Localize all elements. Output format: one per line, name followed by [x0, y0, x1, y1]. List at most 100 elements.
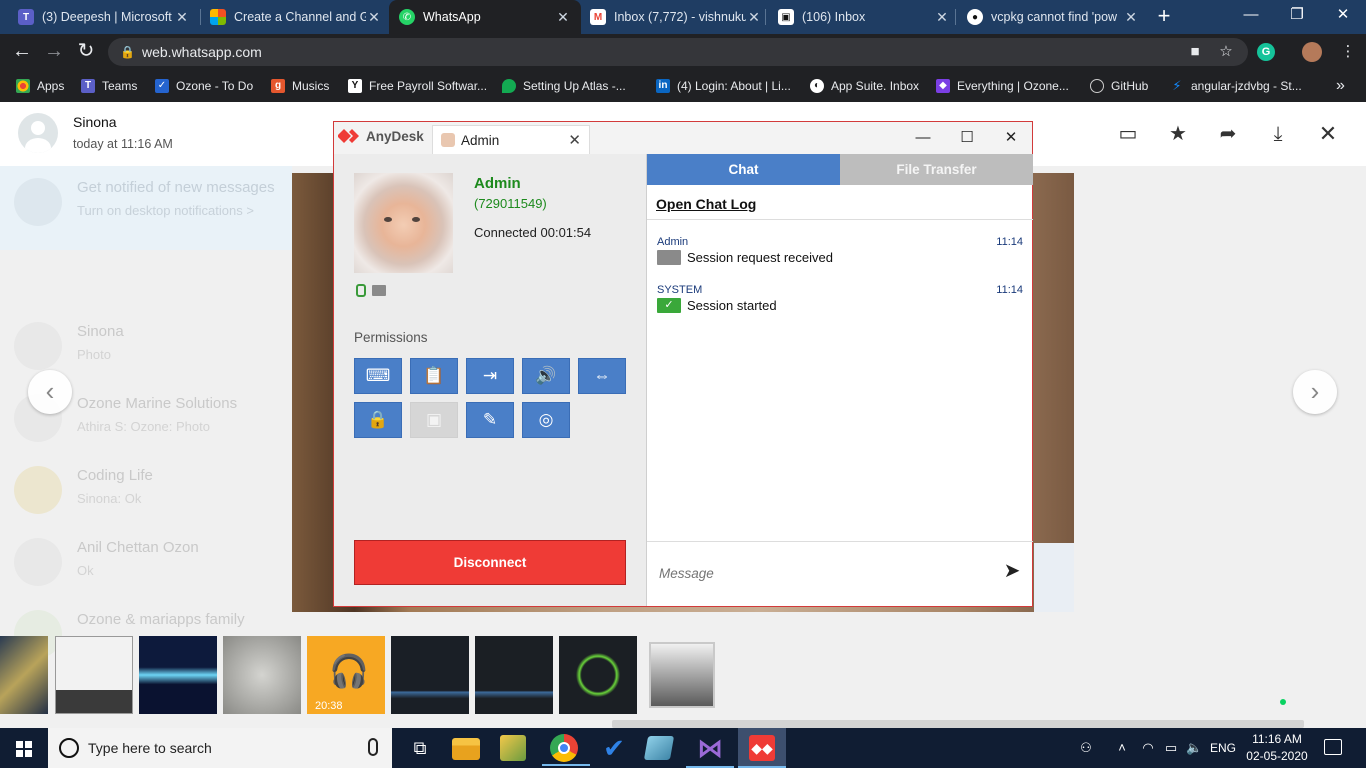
bookmark-github[interactable]: GitHub [1090, 77, 1148, 95]
draw-permission-icon[interactable]: ✎ [466, 402, 514, 438]
media-thumbnail-selected[interactable] [649, 642, 715, 708]
media-thumbnail[interactable]: 🎧 20:38 [307, 636, 385, 714]
media-thumbnail[interactable] [0, 636, 48, 714]
download-icon[interactable]: ⤓ [1266, 122, 1290, 146]
reply-chat-icon[interactable]: ▭ [1116, 122, 1140, 146]
microphone-icon[interactable] [368, 738, 378, 756]
people-icon[interactable]: ⚇ [1078, 740, 1094, 756]
session-status-icons [356, 284, 386, 297]
file-transfer-permission-icon[interactable]: ⇥ [466, 358, 514, 394]
close-tab-icon[interactable]: ✕ [366, 9, 382, 26]
bookmark-everything[interactable]: ◆ Everything | Ozone... [936, 77, 1069, 95]
close-tab-icon[interactable]: ✕ [568, 131, 581, 149]
file-explorer-icon[interactable] [452, 738, 480, 760]
open-chat-log-link[interactable]: Open Chat Log [656, 196, 756, 212]
tab-teams[interactable]: T (3) Deepesh | Microsoft ✕ [8, 0, 200, 34]
clock-date[interactable]: 02-05-2020 [1245, 749, 1309, 763]
close-tab-icon[interactable]: ✕ [934, 9, 950, 26]
visual-studio-icon[interactable]: ⋈ [686, 732, 734, 768]
language-indicator[interactable]: ENG [1210, 741, 1236, 755]
chrome-icon[interactable] [542, 734, 590, 766]
tab-gmail[interactable]: M Inbox (7,772) - vishnuku ✕ [580, 0, 772, 34]
bookmark-musics[interactable]: g Musics [271, 77, 329, 95]
clickup-icon: ◆ [936, 79, 950, 93]
star-icon[interactable]: ★ [1166, 122, 1190, 146]
volume-icon[interactable]: 🔈 [1186, 740, 1202, 756]
close-tab-icon[interactable]: ✕ [746, 9, 762, 26]
action-center-icon[interactable] [1324, 739, 1342, 755]
notepad-plus-icon[interactable] [500, 735, 526, 761]
profile-avatar[interactable] [1302, 42, 1322, 62]
privacy-mode-permission-icon[interactable]: ◎ [522, 402, 570, 438]
maximize-button[interactable]: ☐ [952, 126, 982, 150]
media-thumbnail[interactable] [559, 636, 637, 714]
reload-icon[interactable]: ↻ [74, 40, 98, 64]
clipboard-permission-icon[interactable]: 📋 [410, 358, 458, 394]
grammarly-icon[interactable]: G [1257, 43, 1275, 61]
new-tab-button[interactable]: + [1151, 5, 1177, 29]
close-window-button[interactable]: ✕ [1320, 0, 1366, 32]
more-bookmarks-icon[interactable]: » [1336, 77, 1345, 95]
bookmark-star-icon[interactable]: ☆ [1216, 42, 1236, 62]
media-thumbnail-strip: 🎧 20:38 [0, 636, 1366, 716]
camera-blocked-icon[interactable]: ■ [1185, 42, 1205, 62]
previous-media-button[interactable]: ‹ [28, 370, 72, 414]
start-button[interactable] [0, 728, 48, 768]
bookmark-apps[interactable]: Apps [16, 77, 64, 95]
minimize-button[interactable]: — [908, 126, 938, 150]
wifi-icon[interactable]: ◠ [1140, 740, 1156, 756]
tab-vcpkg[interactable]: ● vcpkg cannot find 'pow ✕ [957, 0, 1149, 34]
media-thumbnail[interactable] [223, 636, 301, 714]
tab-chat[interactable]: Chat [647, 154, 840, 185]
record-session-permission-icon[interactable]: ▣ [410, 402, 458, 438]
battery-icon[interactable]: ▭ [1163, 740, 1179, 756]
bookmark-atlas[interactable]: Setting Up Atlas -... [502, 77, 626, 95]
thumbnail-scrollbar[interactable] [612, 720, 1304, 728]
bookmark-payroll[interactable]: Y Free Payroll Softwar... [348, 77, 487, 95]
minimize-window-button[interactable]: — [1228, 0, 1274, 32]
send-icon[interactable]: ➤ [1001, 560, 1023, 582]
show-hidden-icons[interactable]: ˄ [1114, 740, 1130, 756]
todo-icon[interactable]: ✔ [598, 732, 630, 764]
bookmark-appsuite[interactable]: ◐ App Suite. Inbox [810, 77, 919, 95]
message-input[interactable] [659, 566, 989, 581]
bookmark-linkedin[interactable]: in (4) Login: About | Li... [656, 77, 791, 95]
clock-time[interactable]: 11:16 AM [1245, 732, 1309, 746]
close-tab-icon[interactable]: ✕ [1123, 9, 1139, 26]
close-button[interactable]: ✕ [996, 126, 1026, 150]
tab-file-transfer[interactable]: File Transfer [840, 154, 1033, 185]
tab-whatsapp[interactable]: ✆ WhatsApp ✕ [389, 0, 581, 34]
task-view-icon[interactable]: ⧉ [404, 732, 436, 764]
media-thumbnail[interactable] [55, 636, 133, 714]
keyboard-mouse-permission-icon[interactable]: ⌨ [354, 358, 402, 394]
sound-permission-icon[interactable]: 🔊 [522, 358, 570, 394]
media-thumbnail[interactable] [391, 636, 469, 714]
media-thumbnail[interactable] [139, 636, 217, 714]
gmail-icon: M [590, 9, 606, 25]
restore-window-button[interactable]: ❐ [1274, 0, 1320, 32]
close-tab-icon[interactable]: ✕ [555, 9, 571, 26]
next-media-button[interactable]: › [1293, 370, 1337, 414]
address-bar[interactable]: 🔒 web.whatsapp.com [108, 38, 1248, 66]
browser-toolbar: ← → ↻ 🔒 web.whatsapp.com ■ ☆ G ⋮ [0, 34, 1366, 70]
media-thumbnail[interactable] [475, 636, 553, 714]
close-tab-icon[interactable]: ✕ [174, 9, 190, 26]
close-icon[interactable]: ✕ [1316, 122, 1340, 146]
display-resize-permission-icon[interactable]: ⇔ [578, 358, 626, 394]
contact-avatar[interactable] [18, 113, 58, 153]
disconnect-button[interactable]: Disconnect [354, 540, 626, 585]
tab-create-channel[interactable]: Create a Channel and G ✕ [200, 0, 392, 34]
back-icon[interactable]: ← [10, 40, 34, 64]
bookmark-stackblitz[interactable]: ⚡ angular-jzdvbg - St... [1170, 77, 1301, 95]
ssms-icon[interactable] [643, 736, 675, 760]
bookmark-todo[interactable]: ✓ Ozone - To Do [155, 77, 253, 95]
anydesk-taskbar-button[interactable]: ◆◆ [738, 728, 786, 768]
tab-admin-session[interactable]: Admin ✕ [432, 125, 590, 154]
lock-screen-permission-icon[interactable]: 🔒 [354, 402, 402, 438]
bookmark-teams[interactable]: T Teams [81, 77, 137, 95]
forward-icon[interactable]: → [42, 40, 66, 64]
menu-dots-icon[interactable]: ⋮ [1338, 42, 1358, 62]
forward-icon[interactable]: ➦ [1216, 122, 1240, 146]
taskbar-search[interactable]: Type here to search [48, 728, 392, 768]
tab-inbox[interactable]: ▣ (106) Inbox ✕ [768, 0, 960, 34]
